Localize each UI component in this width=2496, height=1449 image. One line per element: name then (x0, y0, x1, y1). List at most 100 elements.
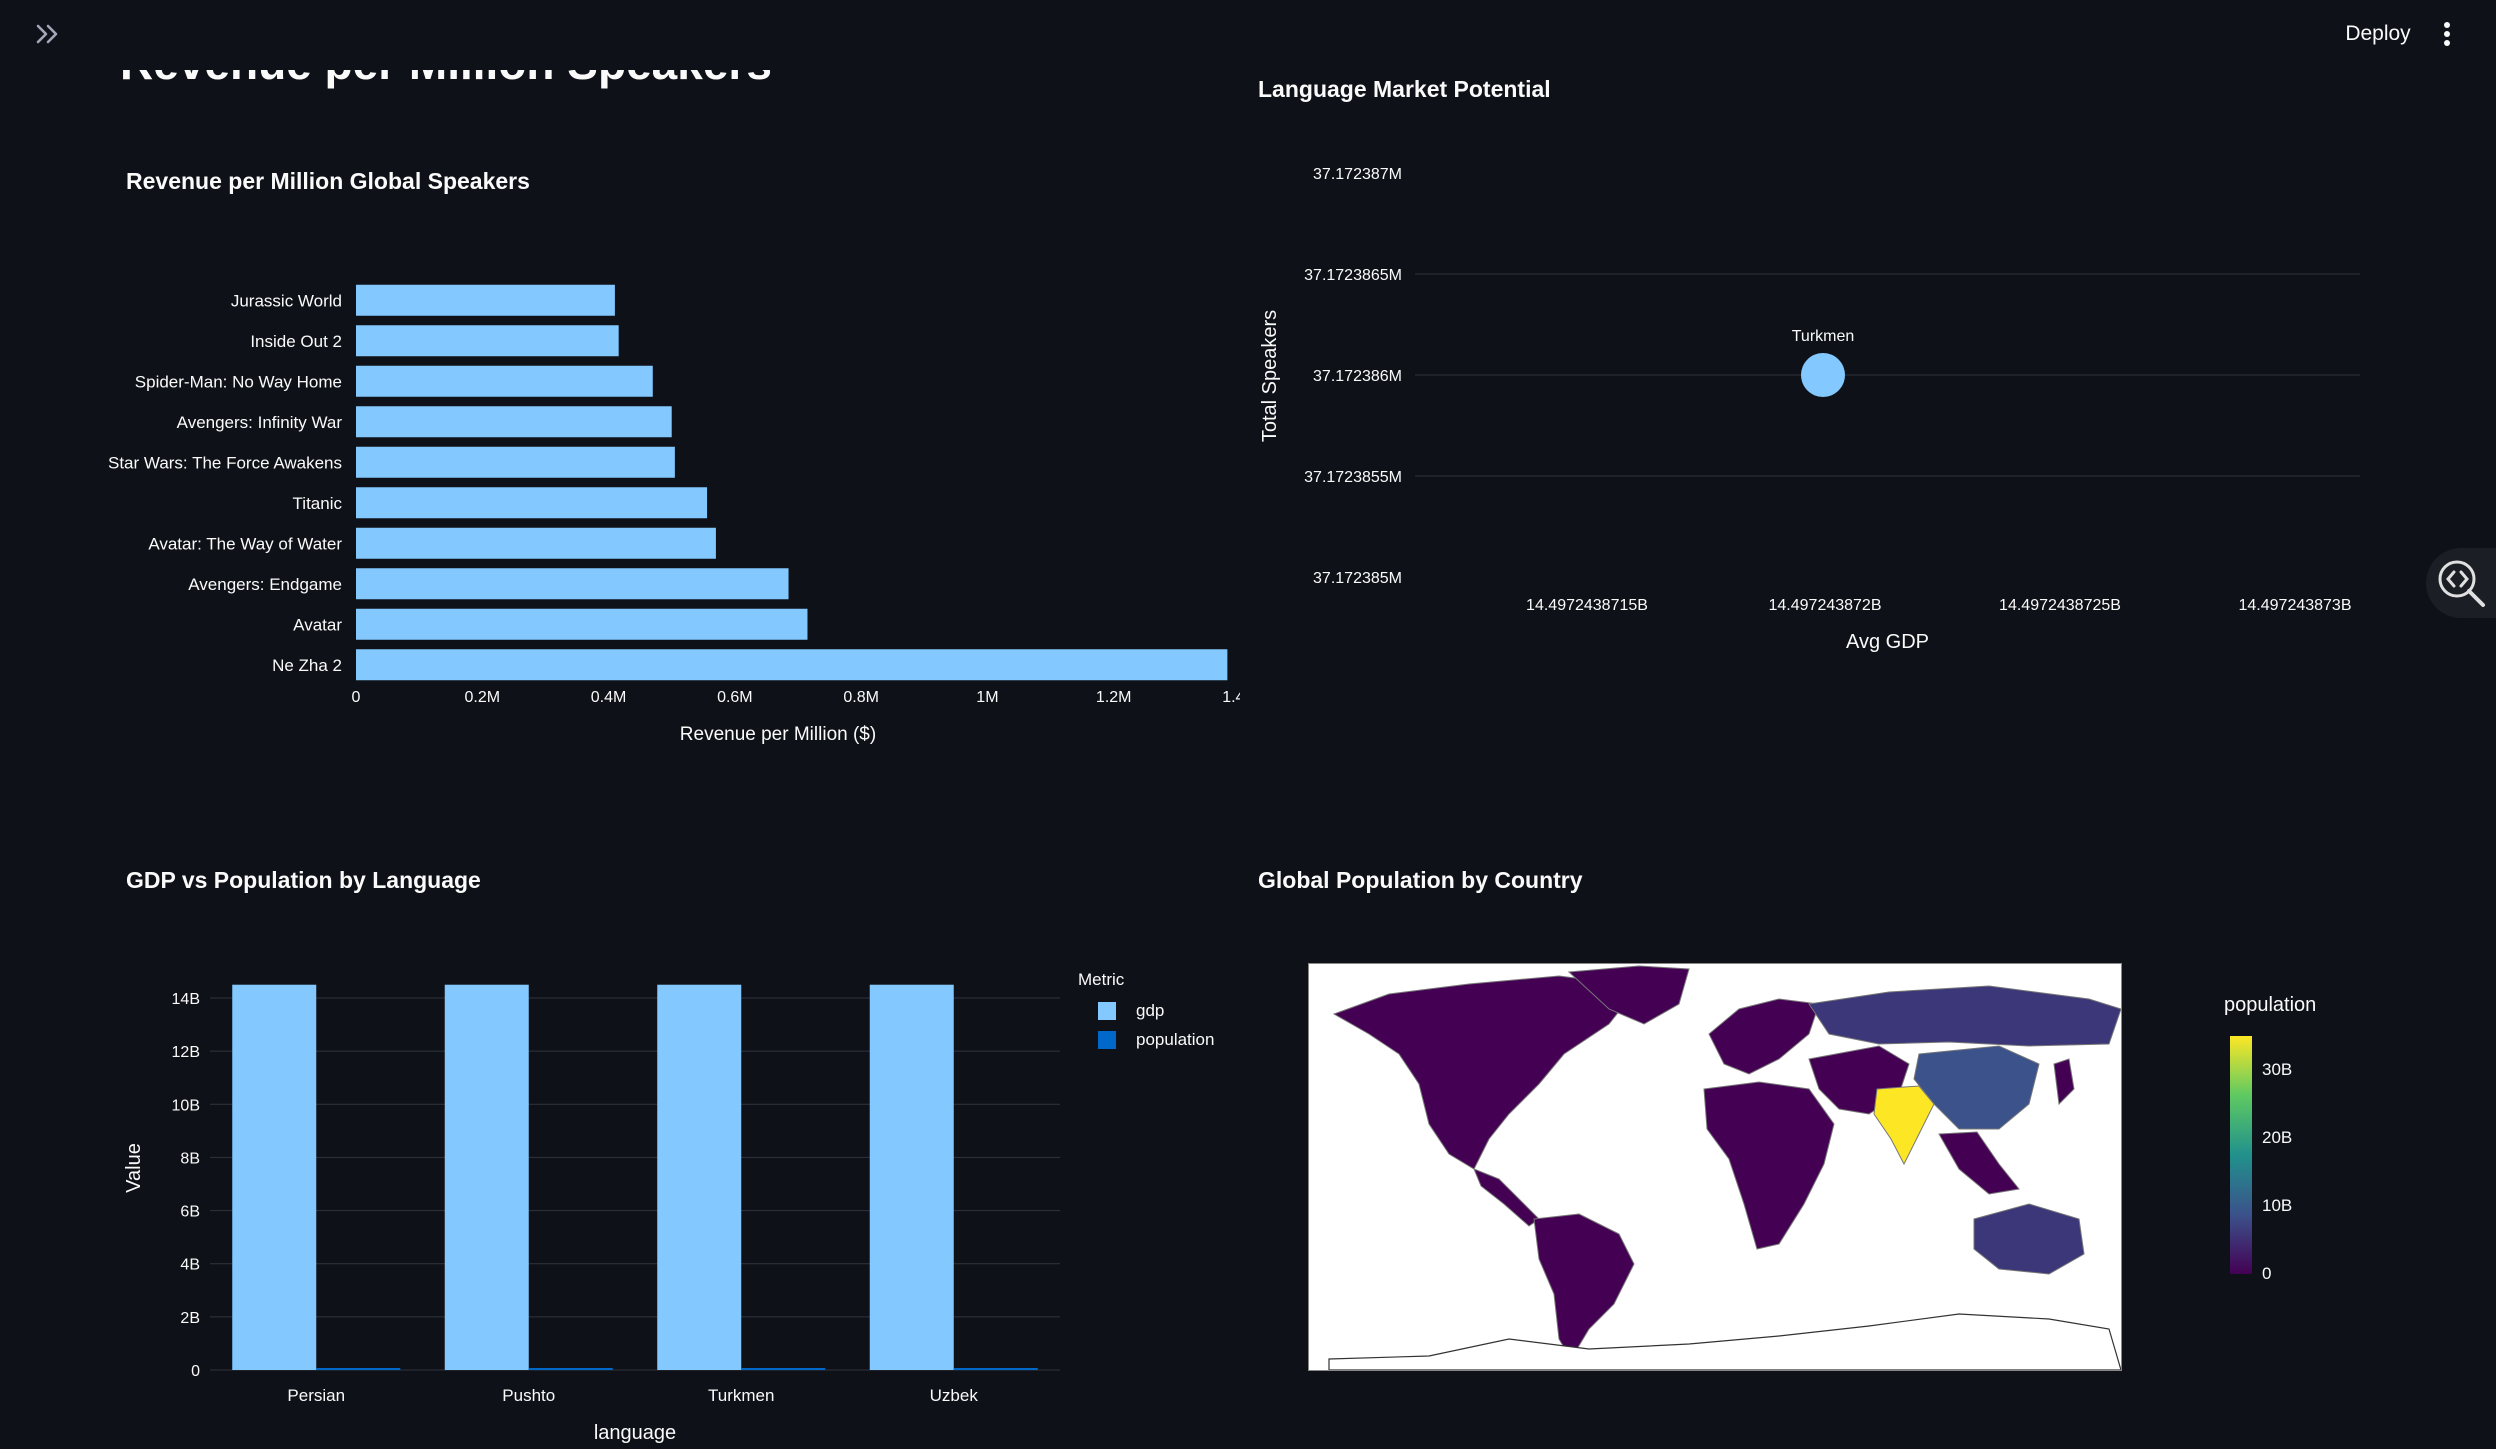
x-tick-label-2: Turkmen (708, 1386, 774, 1405)
map-antarctica (1328, 1313, 2121, 1370)
bar-1[interactable] (356, 608, 808, 640)
x-tick-label-3: Uzbek (930, 1386, 979, 1405)
y-tick-label-1: 37.1723865M (1304, 267, 1402, 284)
y-tick-label-7: Spider-Man: No Way Home (135, 372, 342, 391)
x-tick-label-2: 14.4972438725B (1999, 597, 2121, 614)
bar-8[interactable] (356, 325, 619, 357)
world-map-svg (1328, 965, 2121, 1370)
point-label-0: Turkmen (1792, 328, 1855, 345)
legend-item-gdp[interactable]: gdp (1078, 996, 1214, 1025)
y-axis-label: Value (123, 1143, 145, 1193)
map-southeast-asia (1938, 1131, 2020, 1195)
x-axis-label: Revenue per Million ($) (680, 724, 876, 745)
bar-gdp-1[interactable] (444, 984, 529, 1370)
map-europe (1708, 998, 1820, 1075)
y-tick-label-6: 12B (172, 1044, 200, 1061)
y-tick-label-5: 10B (172, 1097, 200, 1114)
bar-gdp-0[interactable] (232, 984, 317, 1370)
legend-swatch-population (1098, 1030, 1116, 1049)
map-south-america (1533, 1213, 1635, 1360)
app-header: Deploy (0, 0, 2496, 70)
map-china (1913, 1045, 2040, 1130)
map-japan (2053, 1058, 2075, 1106)
y-tick-label-9: Jurassic World (231, 291, 342, 310)
colorbar-tick-30b: 30B (2262, 1060, 2293, 1079)
map-africa (1703, 1081, 1835, 1250)
colorbar-tick-20b: 20B (2262, 1128, 2293, 1147)
gdp-population-bar-chart: 0 2B 4B 6B 8B 10B 12B 14B Persian Pushto Turkmen Uz… (123, 984, 1060, 1444)
bar-gdp-2[interactable] (657, 984, 742, 1370)
bar-0[interactable] (356, 649, 1228, 681)
gdp-population-legend: Metric gdp population (1078, 970, 1214, 1054)
x-axis-label: Avg GDP (1846, 631, 1929, 653)
scatter-point-0[interactable] (1801, 353, 1845, 397)
x-tick-label-1: Pushto (502, 1386, 555, 1405)
map-russia (1808, 985, 2121, 1047)
bar-population-3[interactable] (953, 1368, 1038, 1370)
legend-label-gdp: gdp (1136, 1000, 1165, 1020)
vertical-ellipsis-icon (2444, 22, 2450, 46)
bar-9[interactable] (356, 284, 615, 316)
x-tick-label-7: 1.4M (1222, 689, 1240, 706)
y-tick-label-0: 37.172387M (1313, 166, 1402, 183)
x-tick-label-3: 14.497243873B (2239, 597, 2352, 614)
x-tick-label-0: 0 (352, 689, 361, 706)
x-tick-label-4: 0.8M (843, 689, 879, 706)
y-tick-label-2: Avengers: Endgame (188, 575, 342, 594)
y-axis-label: Total Speakers (1259, 310, 1281, 442)
x-tick-label-1: 0.2M (464, 689, 500, 706)
y-tick-label-3: 37.1723855M (1304, 469, 1402, 486)
colorbar-title: population (2224, 994, 2317, 1016)
bar-7[interactable] (356, 365, 653, 397)
deploy-button[interactable]: Deploy (2330, 14, 2426, 54)
bar-3[interactable] (356, 527, 716, 559)
x-tick-label-0: 14.4972438715B (1526, 597, 1648, 614)
y-tick-label-7: 14B (172, 991, 200, 1008)
x-tick-label-0: Persian (287, 1386, 345, 1405)
map-india (1873, 1085, 1935, 1166)
x-tick-label-3: 0.6M (717, 689, 753, 706)
market-potential-scatter-chart: 37.172387M 37.1723865M 37.172386M 37.172385… (1259, 166, 2360, 653)
y-tick-label-2: 4B (180, 1257, 200, 1274)
bar-population-2[interactable] (741, 1368, 826, 1370)
x-tick-label-1: 14.497243872B (1769, 597, 1882, 614)
bar-2[interactable] (356, 568, 789, 600)
code-search-icon (2438, 560, 2485, 607)
double-chevron-right-icon (36, 24, 58, 44)
map-north-america (1332, 975, 1640, 1170)
y-tick-label-4: Titanic (293, 494, 343, 513)
bar-population-1[interactable] (528, 1368, 613, 1370)
y-tick-label-4: 37.172385M (1313, 570, 1402, 587)
map-central-america (1473, 1168, 1540, 1227)
y-tick-label-1: Avatar (293, 615, 342, 634)
main-menu-button[interactable] (2432, 14, 2462, 54)
expand-sidebar-button[interactable] (28, 16, 68, 52)
y-tick-label-5: Star Wars: The Force Awakens (108, 453, 342, 472)
y-tick-label-4: 8B (180, 1150, 200, 1167)
map-australia (1973, 1203, 2085, 1275)
world-population-map[interactable] (1308, 963, 2122, 1371)
bar-gdp-3[interactable] (869, 984, 954, 1370)
gdp-population-chart-title: GDP vs Population by Language (126, 867, 481, 893)
bar-4[interactable] (356, 487, 708, 519)
colorbar-tick-10b: 10B (2262, 1196, 2293, 1215)
bar-5[interactable] (356, 446, 675, 478)
legend-swatch-gdp (1098, 1001, 1116, 1020)
y-tick-label-6: Avengers: Infinity War (177, 413, 343, 432)
colorbar-tick-0: 0 (2262, 1264, 2272, 1283)
y-tick-label-2: 37.172386M (1313, 368, 1402, 385)
population-map-title: Global Population by Country (1258, 867, 1583, 893)
revenue-bar-chart: Ne Zha 2 Avatar Avengers: Endgame Avatar: T… (108, 284, 1240, 745)
legend-item-population[interactable]: population (1078, 1025, 1214, 1054)
x-tick-label-2: 0.4M (591, 689, 627, 706)
revenue-chart-title: Revenue per Million Global Speakers (126, 168, 530, 194)
x-axis-label: language (594, 1422, 676, 1444)
bar-population-0[interactable] (316, 1368, 401, 1370)
x-tick-label-5: 1M (976, 689, 998, 706)
y-tick-label-1: 2B (180, 1310, 200, 1327)
side-tool-button[interactable] (2426, 548, 2496, 618)
x-tick-label-6: 1.2M (1096, 689, 1132, 706)
y-tick-label-0: Ne Zha 2 (272, 656, 342, 675)
bar-6[interactable] (356, 406, 672, 438)
legend-title: Metric (1078, 970, 1125, 989)
